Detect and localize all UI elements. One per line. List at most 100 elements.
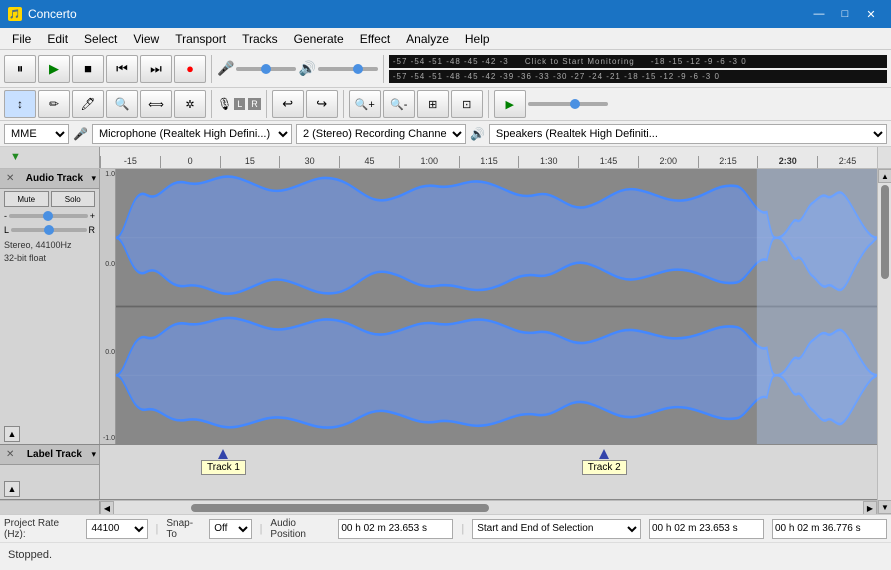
speaker-device-icon: 🔊 <box>470 127 485 141</box>
gain-slider[interactable] <box>9 214 88 218</box>
app-title: Concerto <box>28 7 77 21</box>
selection-tool-button[interactable]: ↕ <box>4 90 36 118</box>
pan-slider[interactable] <box>11 228 86 232</box>
menu-select[interactable]: Select <box>76 30 125 48</box>
channels-select[interactable]: 2 (Stereo) Recording Channels <box>296 124 466 144</box>
tl-230: 2:30 <box>757 156 817 168</box>
tl-200: 2:00 <box>638 156 698 168</box>
label-track-close[interactable]: ✕ <box>3 448 17 461</box>
speaker-icon: 🔊 <box>298 60 315 77</box>
scale-bot1: -1.0 <box>103 435 115 442</box>
play-button[interactable]: ▶ <box>38 55 70 83</box>
sep-pipe2: | <box>260 523 263 535</box>
scale-mid1-upper: 0.0 <box>105 261 115 268</box>
skip-back-button[interactable]: ⏮ <box>106 55 138 83</box>
snap-to-select[interactable]: Off <box>209 519 251 539</box>
record-button[interactable]: ● <box>174 55 206 83</box>
project-rate-select[interactable]: 44100 <box>86 519 147 539</box>
audio-position-input[interactable] <box>338 519 453 539</box>
minimize-button[interactable]: — <box>807 4 831 24</box>
menu-generate[interactable]: Generate <box>286 30 352 48</box>
fit-project-button[interactable]: ⊞ <box>417 90 449 118</box>
audio-track-dropdown[interactable]: ▾ <box>91 173 96 184</box>
playback-speed-slider[interactable] <box>528 102 608 106</box>
play-at-speed-button[interactable]: ▶ <box>494 90 526 118</box>
mic-volume-slider[interactable] <box>236 67 296 71</box>
waveform-svg <box>116 169 877 444</box>
pan-R: R <box>89 225 96 235</box>
playback-volume-slider[interactable] <box>318 67 378 71</box>
draw-tool-button[interactable]: 🖊 <box>72 90 104 118</box>
pause-button[interactable]: ⏸ <box>4 55 36 83</box>
envelope-tool-button[interactable]: ✏ <box>38 90 70 118</box>
close-button[interactable]: ✕ <box>859 4 883 24</box>
label-track-dropdown[interactable]: ▾ <box>91 449 96 460</box>
track2-label-pin: Track 2 <box>582 449 627 475</box>
maximize-button[interactable]: □ <box>833 4 857 24</box>
time-shift-tool-button[interactable]: ⟺ <box>140 90 172 118</box>
menu-bar: File Edit Select View Transport Tracks G… <box>0 28 891 50</box>
vscroll-down-button[interactable]: ▼ <box>878 500 891 514</box>
audio-track-name: Audio Track <box>26 173 83 184</box>
mute-button[interactable]: Mute <box>4 191 49 207</box>
gain-minus: - <box>4 211 7 221</box>
vscroll-top-spacer <box>877 147 891 168</box>
scale-mid1: 0.0 <box>105 349 115 356</box>
tl-130: 1:30 <box>518 156 578 168</box>
menu-file[interactable]: File <box>4 30 39 48</box>
vscroll-track[interactable] <box>878 183 891 500</box>
label-track-content: Track 1 Track 2 <box>100 445 877 499</box>
pin2-triangle <box>599 449 609 459</box>
menu-tracks[interactable]: Tracks <box>234 30 286 48</box>
multi-tool-button[interactable]: ✲ <box>174 90 206 118</box>
selection-end-input[interactable] <box>772 519 887 539</box>
fit-selection-button[interactable]: ⊡ <box>451 90 483 118</box>
redo-button[interactable]: ↪ <box>306 90 338 118</box>
selection-mode-select[interactable]: Start and End of Selection <box>472 519 641 539</box>
tl-45: 45 <box>339 156 399 168</box>
menu-help[interactable]: Help <box>457 30 498 48</box>
track-info: Stereo, 44100Hz 32-bit float <box>0 237 99 266</box>
menu-analyze[interactable]: Analyze <box>398 30 457 48</box>
tl-115: 1:15 <box>459 156 519 168</box>
sep3 <box>211 90 212 118</box>
menu-transport[interactable]: Transport <box>167 30 234 48</box>
track-collapse-button[interactable]: ▲ <box>4 426 20 442</box>
label-collapse-button[interactable]: ▲ <box>4 481 20 497</box>
label1-text: Track 1 <box>201 460 246 475</box>
track-info-text: Stereo, 44100Hz <box>4 239 95 252</box>
vscroll-up-button[interactable]: ▲ <box>878 169 891 183</box>
zoom-in-button[interactable]: 🔍+ <box>349 90 381 118</box>
stop-button[interactable]: ■ <box>72 55 104 83</box>
label-track-name: Label Track <box>27 449 82 460</box>
selection-start-input[interactable] <box>649 519 764 539</box>
vscroll-thumb[interactable] <box>881 185 889 279</box>
pin1-triangle <box>218 449 228 459</box>
zoom-tool-button[interactable]: 🔍 <box>106 90 138 118</box>
menu-effect[interactable]: Effect <box>352 30 398 48</box>
hscroll-right-button[interactable]: ▶ <box>863 501 877 514</box>
sep-pipe1: | <box>156 523 159 535</box>
api-select[interactable]: MME <box>4 124 69 144</box>
solo-button[interactable]: Solo <box>51 191 96 207</box>
vu-indicator-L: L <box>234 98 245 110</box>
sep6 <box>488 90 489 118</box>
audio-track-close[interactable]: ✕ <box>3 172 17 185</box>
undo-button[interactable]: ↩ <box>272 90 304 118</box>
hscroll-left-button[interactable]: ◀ <box>100 501 114 514</box>
zoom-out-button[interactable]: 🔍- <box>383 90 415 118</box>
mic-icon2: 🎙 <box>217 97 232 111</box>
hscroll-thumb[interactable] <box>191 504 489 512</box>
track-info-bit: 32-bit float <box>4 252 95 265</box>
separator <box>211 55 212 83</box>
speaker-device-select[interactable]: Speakers (Realtek High Definiti... <box>489 124 887 144</box>
menu-edit[interactable]: Edit <box>39 30 76 48</box>
sep4 <box>266 90 267 118</box>
tl-245: 2:45 <box>817 156 877 168</box>
vu-indicator-R: R <box>248 98 261 110</box>
mic-device-select[interactable]: Microphone (Realtek High Defini...) <box>92 124 292 144</box>
label2-text: Track 2 <box>582 460 627 475</box>
skip-forward-button[interactable]: ⏭ <box>140 55 172 83</box>
menu-view[interactable]: View <box>125 30 167 48</box>
hscroll-track[interactable] <box>114 501 863 514</box>
